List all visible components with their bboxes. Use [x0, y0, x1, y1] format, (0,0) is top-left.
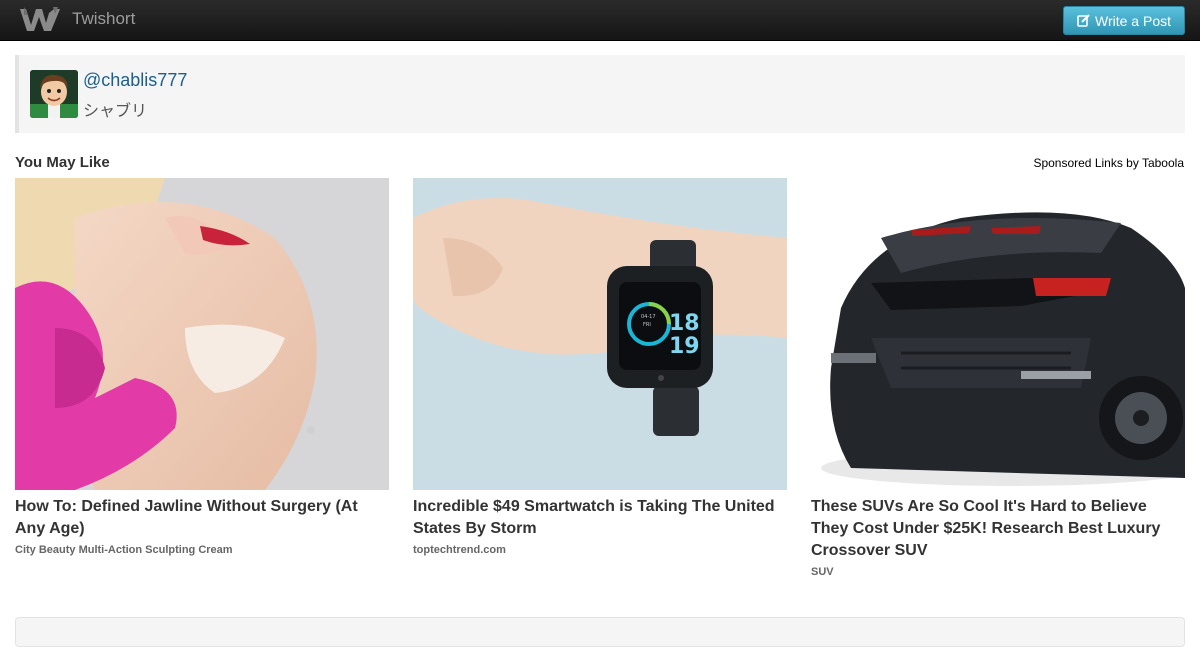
you-may-like-heading: You May Like — [15, 154, 110, 171]
write-post-label: Write a Post — [1095, 12, 1171, 29]
brand-link[interactable]: Twishort — [18, 5, 135, 33]
watch-minute: 19 — [669, 334, 700, 359]
watch-hour: 18 — [669, 311, 700, 336]
sponsored-links-label[interactable]: Sponsored Links by Taboola — [1033, 156, 1184, 170]
card-title[interactable]: How To: Defined Jawline Without Surgery … — [15, 496, 389, 540]
user-handle-link[interactable]: @chablis777 — [83, 70, 187, 90]
card-title[interactable]: These SUVs Are So Cool It's Hard to Beli… — [811, 496, 1185, 562]
card-source[interactable]: SUV — [811, 566, 1185, 578]
smartwatch-ad-image[interactable]: 04-17 FRI 18 19 — [413, 178, 787, 490]
suv-ad-image[interactable] — [811, 178, 1185, 490]
recommendation-card-suv[interactable]: These SUVs Are So Cool It's Hard to Beli… — [811, 178, 1185, 578]
recommendation-card-jawline[interactable]: How To: Defined Jawline Without Surgery … — [15, 178, 389, 556]
watch-date: 04-17 — [641, 314, 656, 320]
avatar-image — [30, 70, 78, 118]
avatar[interactable] — [30, 70, 78, 118]
next-content-well — [15, 617, 1185, 647]
brand-name: Twishort — [72, 9, 136, 28]
jawline-ad-image[interactable] — [15, 178, 389, 490]
user-display-name: シャブリ — [83, 103, 148, 120]
profile-card: @chablis777 シャブリ — [15, 55, 1185, 133]
twishort-logo-icon — [20, 7, 60, 31]
card-title[interactable]: Incredible $49 Smartwatch is Taking The … — [413, 496, 787, 540]
edit-icon — [1077, 14, 1090, 27]
write-post-button[interactable]: Write a Post — [1063, 6, 1185, 35]
card-source[interactable]: City Beauty Multi-Action Sculpting Cream — [15, 544, 389, 556]
card-source[interactable]: toptechtrend.com — [413, 544, 787, 556]
user-handle[interactable]: @chablis777 — [83, 70, 187, 91]
top-navbar: Twishort Write a Post — [0, 0, 1200, 41]
recommendation-card-smartwatch[interactable]: 04-17 FRI 18 19 Incredible $49 Smartwatc… — [413, 178, 787, 556]
watch-day: FRI — [643, 322, 651, 328]
